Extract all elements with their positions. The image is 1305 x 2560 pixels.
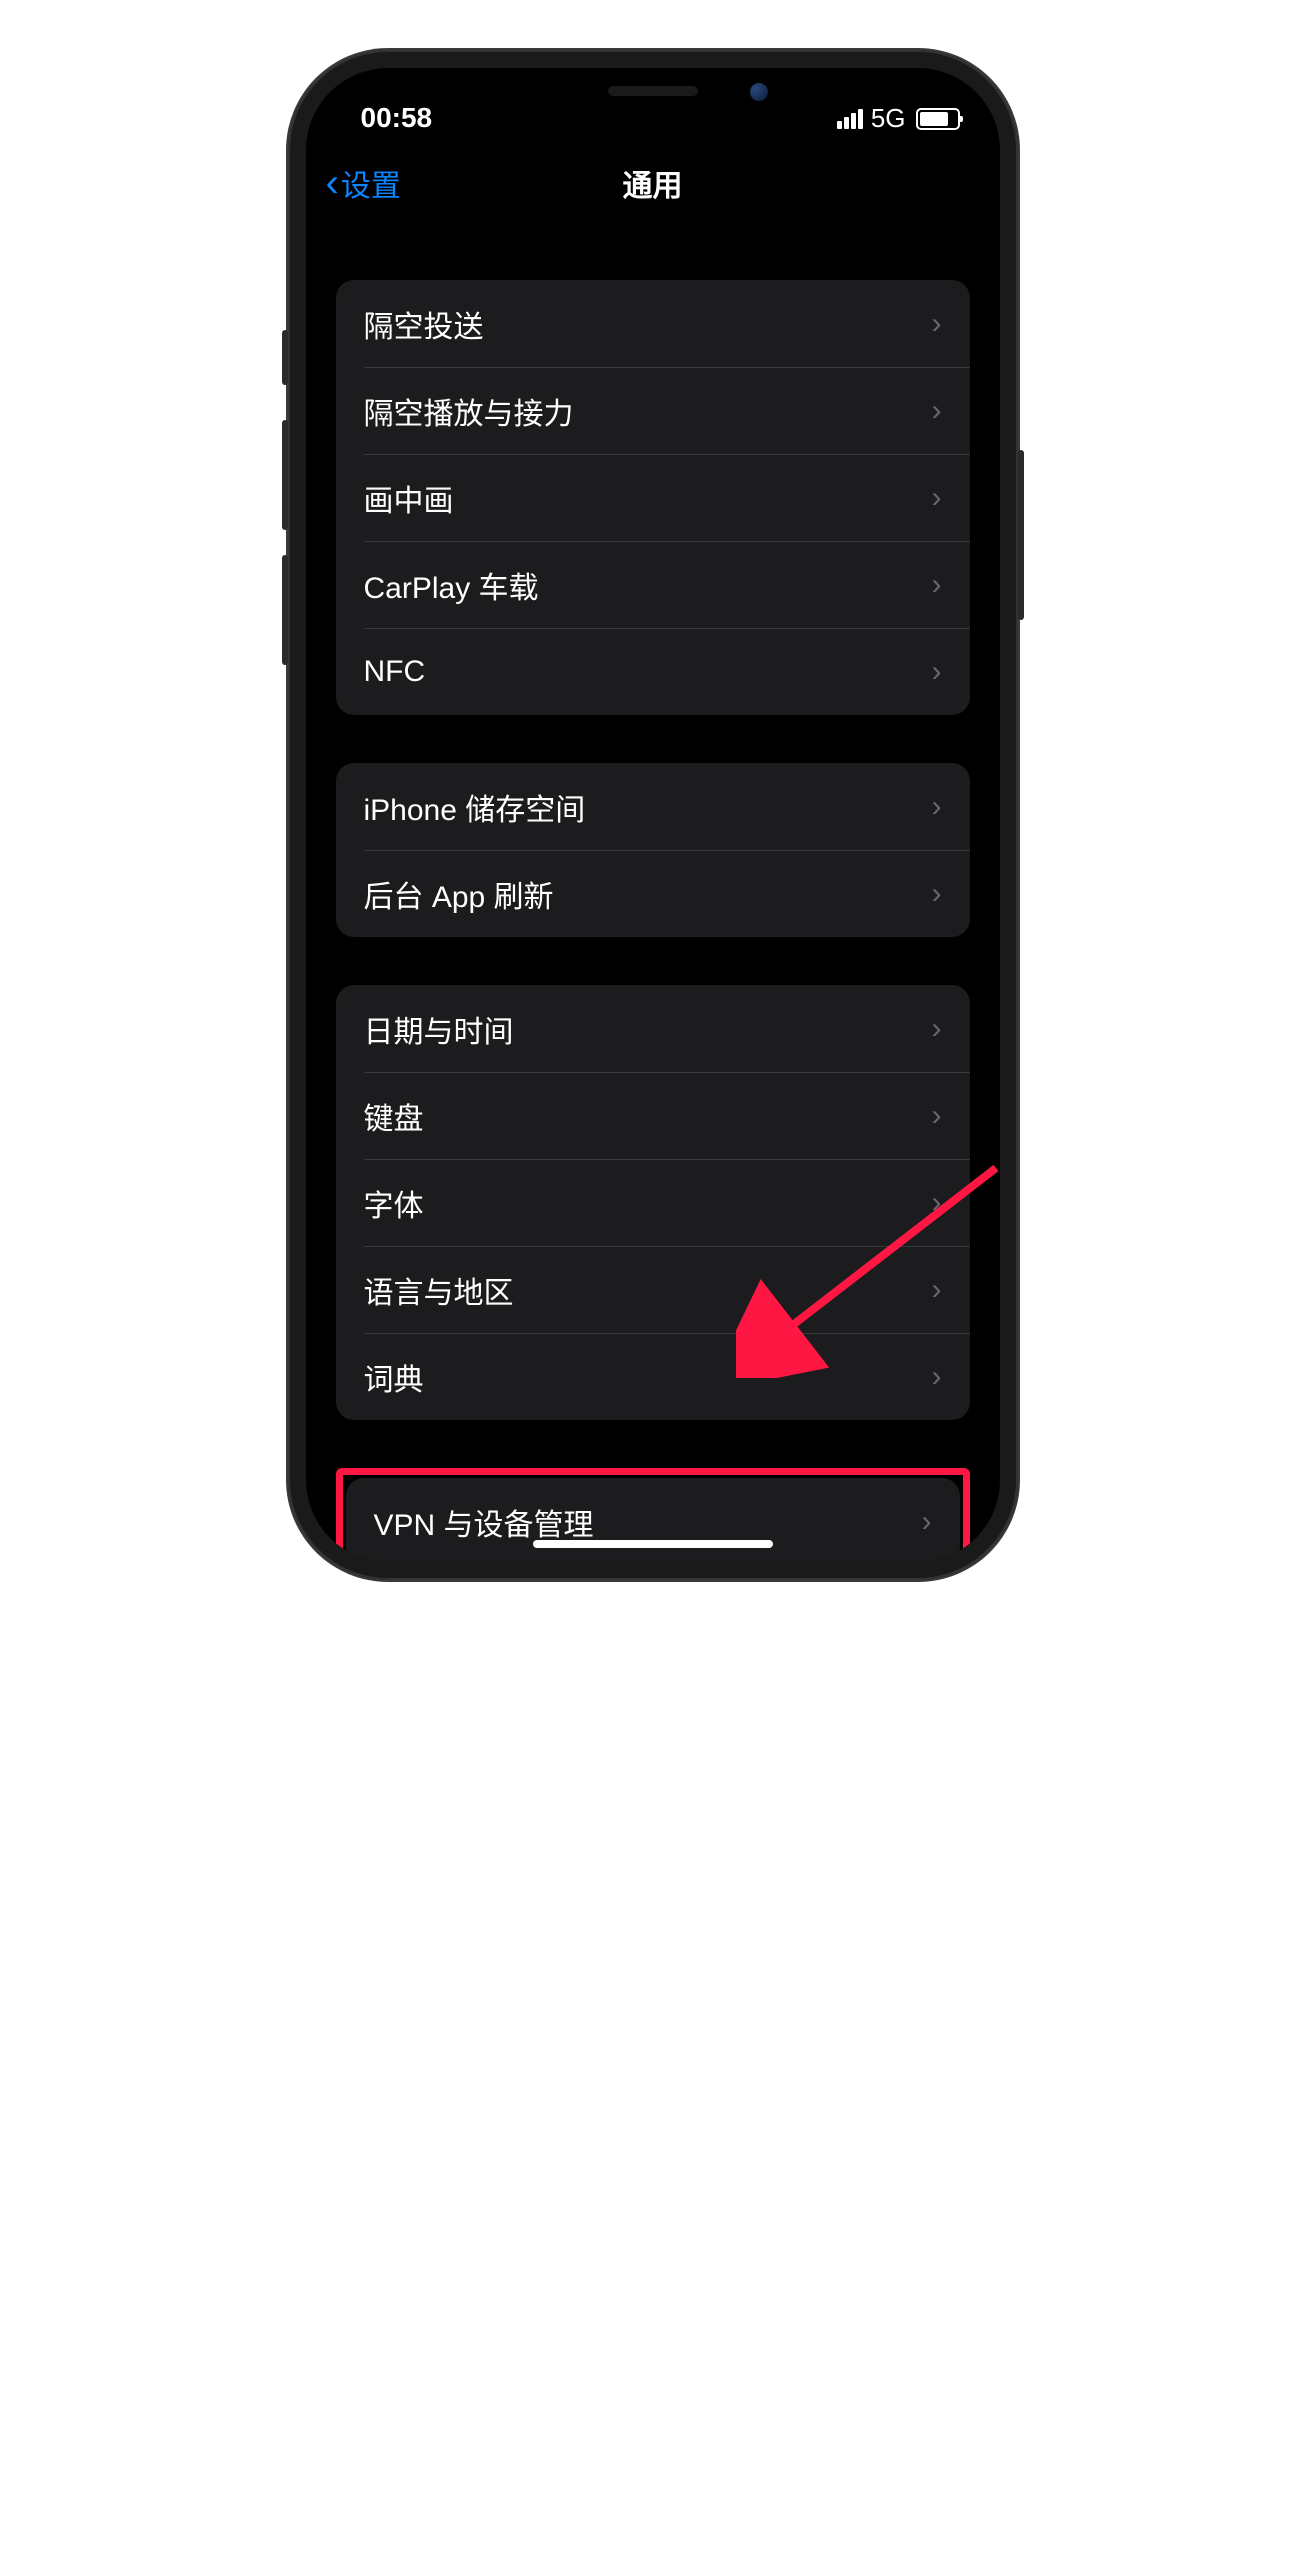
chevron-right-icon: › [932, 655, 942, 689]
screen: 00:58 5G ‹ 设置 通用 隔空投送 › [306, 68, 1000, 1562]
front-camera [750, 83, 768, 101]
row-label: 字体 [364, 1181, 424, 1225]
date-time-row[interactable]: 日期与时间 › [336, 985, 970, 1072]
row-label: CarPlay 车载 [364, 563, 539, 607]
battery-fill [920, 112, 948, 126]
cellular-signal-icon [837, 109, 863, 129]
nfc-row[interactable]: NFC › [336, 628, 970, 715]
dictionary-row[interactable]: 词典 › [336, 1333, 970, 1420]
page-title: 通用 [623, 161, 683, 205]
chevron-right-icon: › [932, 307, 942, 341]
settings-group-2: iPhone 储存空间 › 后台 App 刷新 › [336, 763, 970, 937]
keyboard-row[interactable]: 键盘 › [336, 1072, 970, 1159]
volume-down-button [282, 555, 288, 665]
row-label: 词典 [364, 1355, 424, 1399]
speaker-grille [608, 86, 698, 96]
power-button [1018, 450, 1024, 620]
row-label: 日期与时间 [364, 1007, 514, 1051]
row-label: 语言与地区 [364, 1268, 514, 1312]
chevron-right-icon: › [932, 790, 942, 824]
settings-content[interactable]: 隔空投送 › 隔空播放与接力 › 画中画 › CarPlay 车载 › NFC [306, 225, 1000, 1562]
chevron-right-icon: › [932, 1273, 942, 1307]
status-right: 5G [837, 103, 960, 134]
fonts-row[interactable]: 字体 › [336, 1159, 970, 1246]
phone-frame: 00:58 5G ‹ 设置 通用 隔空投送 › [288, 50, 1018, 1580]
chevron-right-icon: › [932, 481, 942, 515]
row-label: 后台 App 刷新 [364, 872, 554, 916]
chevron-right-icon: › [932, 877, 942, 911]
language-region-row[interactable]: 语言与地区 › [336, 1246, 970, 1333]
row-label: 键盘 [364, 1094, 424, 1138]
settings-group-4: VPN 与设备管理 › [346, 1478, 960, 1562]
row-label: 隔空投送 [364, 302, 484, 346]
chevron-right-icon: › [932, 1186, 942, 1220]
chevron-right-icon: › [932, 568, 942, 602]
vpn-device-management-row[interactable]: VPN 与设备管理 › [346, 1478, 960, 1562]
settings-group-3: 日期与时间 › 键盘 › 字体 › 语言与地区 › 词典 › [336, 985, 970, 1420]
row-label: NFC [364, 655, 426, 689]
chevron-right-icon: › [932, 1360, 942, 1394]
row-label: 画中画 [364, 476, 454, 520]
chevron-left-icon: ‹ [326, 163, 339, 203]
iphone-storage-row[interactable]: iPhone 储存空间 › [336, 763, 970, 850]
home-indicator[interactable] [533, 1540, 773, 1548]
row-label: iPhone 储存空间 [364, 785, 586, 829]
status-time: 00:58 [361, 102, 433, 134]
picture-in-picture-row[interactable]: 画中画 › [336, 454, 970, 541]
network-type: 5G [871, 103, 906, 134]
background-app-refresh-row[interactable]: 后台 App 刷新 › [336, 850, 970, 937]
notch [503, 68, 803, 116]
row-label: VPN 与设备管理 [374, 1500, 594, 1544]
battery-icon [916, 108, 960, 130]
volume-up-button [282, 420, 288, 530]
back-button[interactable]: ‹ 设置 [326, 161, 401, 205]
row-label: 隔空播放与接力 [364, 389, 574, 433]
chevron-right-icon: › [932, 394, 942, 428]
airdrop-row[interactable]: 隔空投送 › [336, 280, 970, 367]
chevron-right-icon: › [932, 1012, 942, 1046]
back-label: 设置 [341, 161, 401, 205]
carplay-row[interactable]: CarPlay 车载 › [336, 541, 970, 628]
navigation-bar: ‹ 设置 通用 [306, 140, 1000, 225]
chevron-right-icon: › [932, 1099, 942, 1133]
chevron-right-icon: › [922, 1505, 932, 1539]
mute-switch [282, 330, 288, 385]
airplay-handoff-row[interactable]: 隔空播放与接力 › [336, 367, 970, 454]
settings-group-1: 隔空投送 › 隔空播放与接力 › 画中画 › CarPlay 车载 › NFC [336, 280, 970, 715]
